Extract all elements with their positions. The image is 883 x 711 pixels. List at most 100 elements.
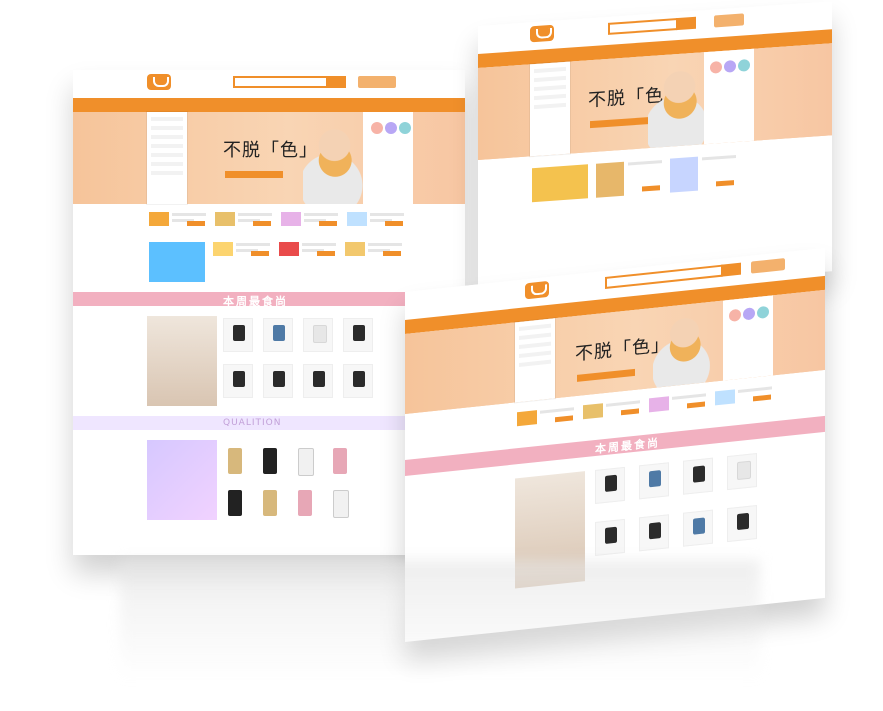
product-card[interactable] xyxy=(213,210,275,228)
product-card[interactable] xyxy=(211,240,273,258)
fashion-tile[interactable] xyxy=(727,453,757,491)
fashion-tile[interactable] xyxy=(639,462,669,500)
sidebar-line xyxy=(534,66,566,74)
promo-bubble xyxy=(385,122,397,134)
phone-product[interactable] xyxy=(333,490,349,518)
fashion-tile[interactable] xyxy=(727,505,757,543)
product-image xyxy=(279,242,299,256)
product-card[interactable] xyxy=(515,403,577,429)
buy-button[interactable] xyxy=(187,221,205,226)
sidebar-line xyxy=(519,323,551,332)
product-card[interactable] xyxy=(279,210,341,228)
phone-product[interactable] xyxy=(263,490,277,516)
search-input[interactable] xyxy=(608,18,678,35)
banner-tag xyxy=(225,171,283,178)
sidebar-line xyxy=(519,350,551,359)
buy-button[interactable] xyxy=(687,401,705,409)
product-image xyxy=(583,403,603,420)
product-card[interactable] xyxy=(147,210,209,228)
buy-button[interactable] xyxy=(621,408,639,416)
fashion-tile[interactable] xyxy=(223,318,253,352)
promo-bubble xyxy=(371,122,383,134)
fashion-tile[interactable] xyxy=(223,364,253,398)
sidebar-line xyxy=(151,144,183,148)
buy-button[interactable] xyxy=(753,394,771,402)
logo xyxy=(530,24,554,43)
search-button[interactable] xyxy=(676,16,696,31)
product-image xyxy=(149,242,205,282)
banner-headline: 不脱「色」 xyxy=(575,334,670,366)
phone-product[interactable] xyxy=(298,448,314,476)
logo xyxy=(525,280,549,300)
banner-right-panel xyxy=(704,48,754,145)
buy-button[interactable] xyxy=(319,221,337,226)
banner-tag xyxy=(577,368,635,382)
fashion-tile[interactable] xyxy=(343,318,373,352)
buy-button[interactable] xyxy=(317,251,335,256)
promo-bubble xyxy=(743,307,755,321)
product-card[interactable] xyxy=(713,383,775,408)
product-text-line xyxy=(368,243,402,246)
fashion-tile[interactable] xyxy=(683,457,713,495)
cart-button[interactable] xyxy=(358,76,396,88)
buy-button[interactable] xyxy=(642,185,660,192)
product-image xyxy=(347,212,367,226)
fashion-tile[interactable] xyxy=(263,364,293,398)
product-card[interactable] xyxy=(277,240,339,258)
phone-product[interactable] xyxy=(263,448,277,474)
banner-promo: 不脱「色」 xyxy=(575,321,670,392)
product-card[interactable] xyxy=(147,240,207,286)
fashion-tile[interactable] xyxy=(683,509,713,547)
floor-reflection xyxy=(120,560,760,680)
product-card[interactable] xyxy=(530,162,590,207)
phone-product[interactable] xyxy=(298,490,312,516)
banner-right-panel xyxy=(723,295,773,381)
promo-bubble xyxy=(757,305,769,320)
product-text-line xyxy=(606,400,640,407)
header xyxy=(73,70,465,98)
sidebar-line xyxy=(534,93,566,101)
buy-button[interactable] xyxy=(716,180,734,187)
product-card[interactable] xyxy=(647,390,709,415)
search-button[interactable] xyxy=(721,262,741,277)
fashion-tile[interactable] xyxy=(343,364,373,398)
fashion-tile[interactable] xyxy=(303,364,333,398)
phone-product[interactable] xyxy=(228,448,242,474)
fashion-tile[interactable] xyxy=(639,514,669,552)
quality-title: QUALITION xyxy=(223,418,282,428)
fashion-tile[interactable] xyxy=(595,518,625,557)
search-input[interactable] xyxy=(233,76,328,88)
logo xyxy=(147,74,171,90)
product-text-line xyxy=(370,213,404,216)
product-text-line xyxy=(304,213,338,216)
product-text-line xyxy=(238,213,272,216)
fashion-tile[interactable] xyxy=(303,318,333,352)
fashion-tile[interactable] xyxy=(595,466,625,505)
sidebar-line xyxy=(534,102,566,110)
buy-button[interactable] xyxy=(383,251,401,256)
banner-headline: 不脱「色」 xyxy=(223,140,318,161)
phone-product[interactable] xyxy=(333,448,347,474)
product-image xyxy=(215,212,235,226)
buy-button[interactable] xyxy=(555,415,573,423)
product-card[interactable] xyxy=(594,156,664,202)
product-image xyxy=(532,164,588,203)
product-card[interactable] xyxy=(345,210,407,228)
phone-product[interactable] xyxy=(228,490,242,516)
sidebar-line xyxy=(151,162,183,166)
fashion-tile[interactable] xyxy=(263,318,293,352)
buy-button[interactable] xyxy=(385,221,403,226)
banner-right-panel xyxy=(363,112,413,204)
promo-bubble xyxy=(729,308,741,322)
cart-button[interactable] xyxy=(714,13,744,28)
buy-button[interactable] xyxy=(253,221,271,226)
cart-button[interactable] xyxy=(751,258,785,274)
product-card[interactable] xyxy=(668,151,738,197)
sidebar-line xyxy=(151,117,183,121)
buy-button[interactable] xyxy=(251,251,269,256)
search-input[interactable] xyxy=(605,264,723,289)
product-card[interactable] xyxy=(343,240,405,258)
search-button[interactable] xyxy=(326,76,346,88)
product-image xyxy=(715,389,735,406)
product-card[interactable] xyxy=(581,396,643,422)
